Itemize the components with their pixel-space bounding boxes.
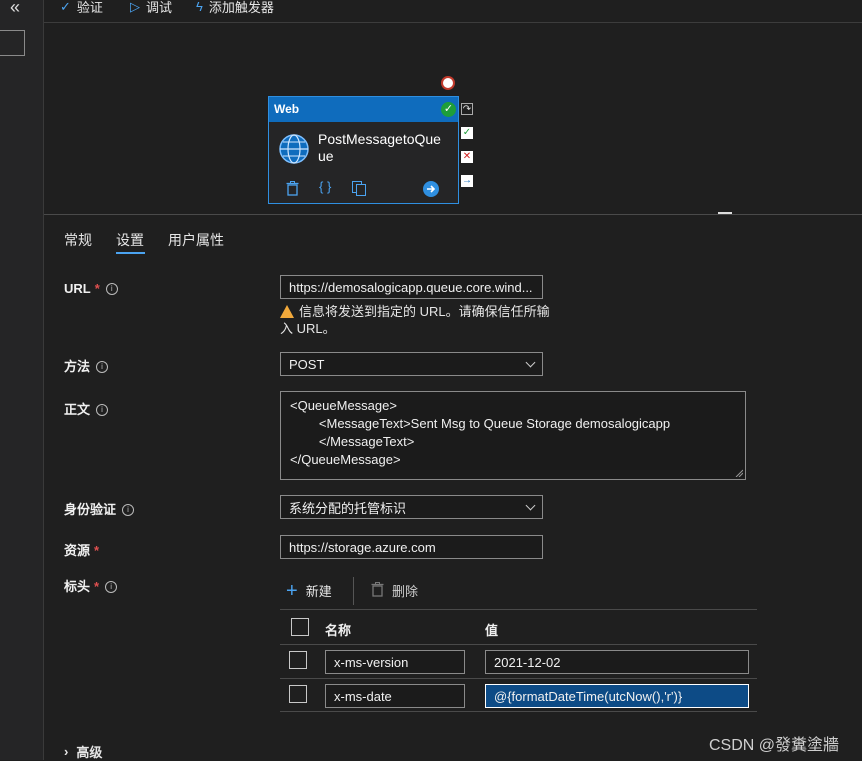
body-label: 正文 i	[64, 399, 109, 418]
header-value-input[interactable]: @{formatDateTime(utcNow(),'r')}	[485, 684, 749, 708]
tab-general[interactable]: 常规	[64, 230, 92, 250]
globe-icon	[279, 134, 309, 164]
success-connector-icon[interactable]: ✓	[461, 127, 473, 139]
auth-label: 身份验证 i	[64, 499, 135, 518]
tab-settings[interactable]: 设置	[116, 230, 144, 250]
web-activity-node[interactable]: Web ✓ PostMessagetoQueue { }	[268, 96, 459, 204]
column-header-value: 值	[485, 623, 499, 638]
row-checkbox[interactable]	[289, 651, 307, 669]
chevron-right-icon: ›	[64, 744, 69, 759]
body-line: <QueueMessage>	[290, 398, 397, 413]
url-warning: 信息将发送到指定的 URL。请确保信任所输入 URL。	[280, 304, 550, 336]
method-label: 方法 i	[64, 356, 109, 375]
method-select[interactable]: POST	[280, 352, 543, 376]
info-icon[interactable]: i	[105, 581, 118, 593]
tab-user-properties[interactable]: 用户属性	[168, 230, 224, 250]
lightning-icon: ϟ	[196, 0, 203, 14]
copy-icon[interactable]	[352, 181, 366, 199]
chevron-down-icon	[525, 500, 536, 510]
auth-select[interactable]: 系统分配的托管标识	[280, 495, 543, 519]
debug-button[interactable]: ▷ 调试	[130, 0, 172, 16]
info-icon[interactable]: i	[96, 361, 109, 373]
column-header-name: 名称	[325, 623, 352, 638]
validated-check-icon: ✓	[441, 102, 456, 117]
required-marker: *	[94, 281, 100, 296]
node-title: PostMessagetoQueue	[318, 131, 441, 164]
plus-icon: +	[286, 579, 298, 602]
resize-handle-icon[interactable]	[735, 469, 743, 477]
info-icon[interactable]: i	[122, 504, 135, 516]
required-marker: *	[94, 543, 100, 558]
table-divider	[280, 609, 757, 610]
play-icon: ▷	[130, 0, 140, 14]
delete-header-button[interactable]: 删除	[371, 581, 418, 600]
warning-icon	[280, 305, 294, 318]
go-arrow-icon[interactable]	[423, 181, 439, 200]
rail-toggle[interactable]	[0, 30, 25, 56]
body-line: </MessageText>	[290, 434, 415, 449]
select-all-checkbox[interactable]	[291, 618, 309, 636]
info-icon[interactable]: i	[96, 404, 109, 416]
header-name-input[interactable]: x-ms-version	[325, 650, 465, 674]
body-textarea[interactable]: <QueueMessage> <MessageText>Sent Msg to …	[280, 391, 746, 480]
completion-arrow-icon[interactable]: →	[461, 175, 473, 187]
headers-label: 标头 * i	[64, 576, 118, 595]
add-trigger-button[interactable]: ϟ 添加触发器	[196, 0, 274, 16]
panel-divider	[44, 214, 862, 215]
row-checkbox[interactable]	[289, 685, 307, 703]
header-name-input[interactable]: x-ms-date	[325, 684, 465, 708]
new-header-button[interactable]: + 新建	[286, 579, 332, 602]
resource-label: 资源 *	[64, 543, 100, 558]
active-tab-indicator	[116, 252, 145, 254]
delete-icon[interactable]	[286, 181, 299, 199]
collapse-icon[interactable]: «	[10, 0, 20, 18]
skipped-connector-icon[interactable]	[441, 76, 455, 90]
completion-connector-icon[interactable]: ↷	[461, 103, 473, 115]
watermark: CSDN @發糞塗牆	[709, 737, 840, 754]
table-divider	[280, 678, 757, 679]
code-icon[interactable]: { }	[319, 179, 331, 194]
trash-icon	[371, 581, 384, 600]
chevron-down-icon	[525, 357, 536, 367]
resource-input[interactable]: https://storage.azure.com	[280, 535, 543, 559]
body-line: <MessageText>Sent Msg to Queue Storage d…	[290, 416, 671, 431]
table-divider	[280, 644, 757, 645]
validate-button[interactable]: ✓ 验证	[60, 0, 103, 16]
table-divider	[280, 711, 757, 712]
body-line: </QueueMessage>	[290, 452, 401, 467]
node-type-label: Web	[274, 102, 300, 116]
url-input[interactable]: https://demosalogicapp.queue.core.wind..…	[280, 275, 543, 299]
toolbar-separator	[353, 577, 354, 605]
check-icon: ✓	[60, 0, 71, 14]
required-marker: *	[94, 579, 100, 594]
advanced-expander[interactable]: › 高级	[64, 742, 102, 761]
info-icon[interactable]: i	[105, 283, 118, 295]
left-rail	[0, 0, 44, 760]
failure-connector-icon[interactable]: ✕	[461, 151, 473, 163]
url-label: URL * i	[64, 281, 118, 296]
header-value-input[interactable]: 2021-12-02	[485, 650, 749, 674]
